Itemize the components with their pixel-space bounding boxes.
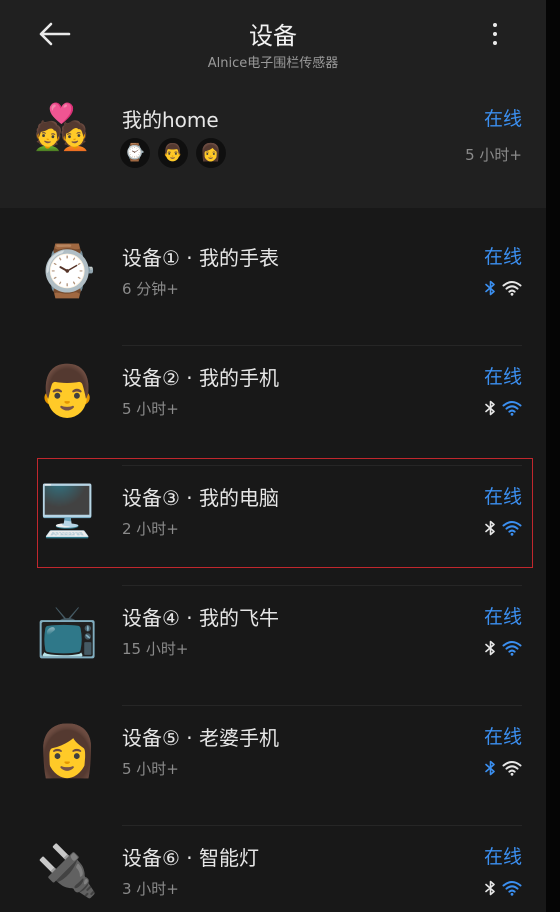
woman-avatar-icon: 👩	[196, 138, 226, 168]
wifi-icon	[502, 880, 522, 900]
home-last-seen: 5 小时+	[465, 146, 522, 164]
device-last-seen: 5 小时+	[122, 400, 179, 418]
electric-plug-icon: 🔌	[36, 842, 99, 900]
television-icon: 📺	[36, 602, 99, 660]
device-last-seen: 6 分钟+	[122, 280, 179, 298]
wifi-icon	[502, 400, 522, 420]
bluetooth-icon	[485, 280, 496, 300]
device-list-screen: 设备 Alnice电子围栏传感器 💑 我的home ⌚ 👨 👩 在线 5 小时+…	[0, 0, 546, 912]
device-connection-icons	[485, 280, 522, 300]
device-name: 设备② · 我的手机	[122, 366, 280, 390]
device-connection-icons	[485, 880, 522, 900]
device-connection-icons	[485, 760, 522, 780]
selected-highlight-box	[37, 458, 533, 568]
device-name: 设备⑥ · 智能灯	[122, 846, 260, 870]
man-icon: 👨	[36, 362, 99, 420]
home-name: 我的home	[122, 108, 219, 132]
device-status-badge: 在线	[483, 246, 522, 268]
wifi-icon	[502, 760, 522, 780]
page-subtitle: Alnice电子围栏传感器	[207, 56, 339, 71]
more-vertical-icon	[493, 23, 497, 27]
device-status-badge: 在线	[483, 366, 522, 388]
device-status-badge: 在线	[483, 606, 522, 628]
home-member-avatars: ⌚ 👨 👩	[120, 138, 226, 168]
home-group-card[interactable]: 💑 我的home ⌚ 👨 👩 在线 5 小时+	[0, 90, 546, 190]
bluetooth-icon	[485, 760, 496, 780]
screen-edge	[546, 0, 560, 912]
device-name: 设备④ · 我的飞牛	[122, 606, 280, 630]
device-row[interactable]: ⌚ 设备① · 我的手表 6 分钟+ 在线	[0, 226, 546, 346]
watch-icon: ⌚	[36, 242, 99, 300]
device-row[interactable]: 📺 设备④ · 我的飞牛 15 小时+ 在线	[0, 586, 546, 706]
wifi-icon	[502, 640, 522, 660]
device-status-badge: 在线	[483, 726, 522, 748]
device-row[interactable]: 👨 设备② · 我的手机 5 小时+ 在线	[0, 346, 546, 466]
device-status-badge: 在线	[483, 846, 522, 868]
device-connection-icons	[485, 400, 522, 420]
device-last-seen: 5 小时+	[122, 760, 179, 778]
device-last-seen: 3 小时+	[122, 880, 179, 898]
device-name: 设备⑤ · 老婆手机	[122, 726, 280, 750]
watch-avatar-icon: ⌚	[120, 138, 150, 168]
header-area: 设备 Alnice电子围栏传感器 💑 我的home ⌚ 👨 👩 在线 5 小时+	[0, 0, 546, 208]
device-name: 设备① · 我的手表	[122, 246, 280, 270]
device-last-seen: 15 小时+	[122, 640, 189, 658]
more-options-button[interactable]	[478, 14, 512, 54]
woman-icon: 👩	[36, 722, 99, 780]
device-connection-icons	[485, 640, 522, 660]
man-avatar-icon: 👨	[158, 138, 188, 168]
bluetooth-icon	[485, 880, 496, 900]
couple-icon: 💑	[34, 102, 89, 153]
home-status-badge: 在线	[483, 108, 522, 130]
bluetooth-icon	[485, 400, 496, 420]
device-row[interactable]: 👩 设备⑤ · 老婆手机 5 小时+ 在线	[0, 706, 546, 826]
page-title: 设备	[249, 22, 297, 50]
bluetooth-icon	[485, 640, 496, 660]
device-row[interactable]: 🔌 设备⑥ · 智能灯 3 小时+ 在线	[0, 826, 546, 912]
wifi-icon	[502, 280, 522, 300]
